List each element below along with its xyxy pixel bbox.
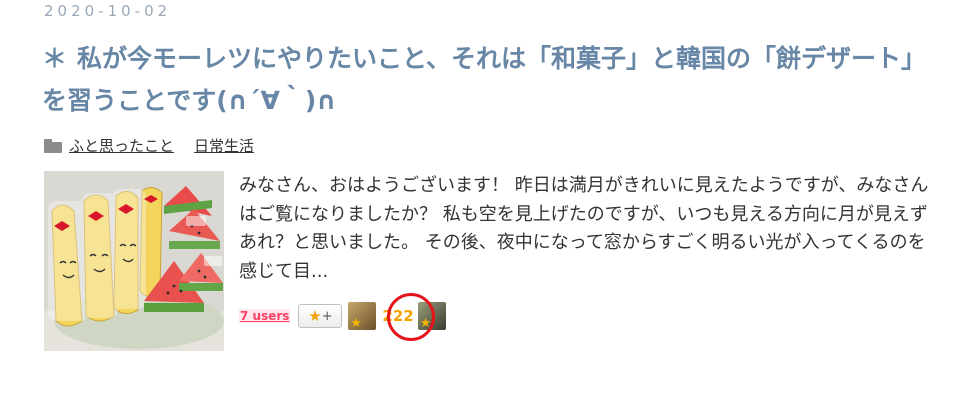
post-thumbnail[interactable] xyxy=(44,171,224,351)
star-user-avatar[interactable]: ★ xyxy=(417,302,446,330)
star-icon: ★ xyxy=(419,316,432,330)
folder-icon xyxy=(44,138,62,153)
post-title-text[interactable]: 私が今モーレツにやりたいこと、それは「和菓子」と韓国の「餅デザート」を習うことで… xyxy=(42,44,926,115)
star-user-avatar[interactable]: ★ xyxy=(348,302,377,330)
bookmark-users-link[interactable]: 7 users xyxy=(239,309,291,323)
category-list: ふと思ったこと 日常生活 xyxy=(44,135,274,156)
post-date: 2020-10-02 xyxy=(44,2,172,20)
add-star-button[interactable]: ★ + xyxy=(298,304,343,328)
hatena-bookmark-bar: 7 users ★ + ★ 222 ★ xyxy=(239,302,448,330)
post-title[interactable]: ＊私が今モーレツにやりたいこと、それは「和菓子」と韓国の「餅デザート」を習うこと… xyxy=(42,38,942,122)
star-count[interactable]: 222 xyxy=(378,307,417,325)
category-link-futo[interactable]: ふと思ったこと xyxy=(69,135,174,156)
post-excerpt: みなさん、おはようございます！ 昨日は満月がきれいに見えたようですが、みなさんは… xyxy=(239,175,929,282)
asterisk-icon: ＊ xyxy=(42,44,68,73)
plus-icon: + xyxy=(321,308,333,324)
star-icon: ★ xyxy=(350,316,363,330)
star-icon: ★ xyxy=(308,307,322,325)
banana-and-watermelon-rice-cake-photo-icon xyxy=(44,171,224,351)
category-link-nichijo[interactable]: 日常生活 xyxy=(194,135,254,156)
